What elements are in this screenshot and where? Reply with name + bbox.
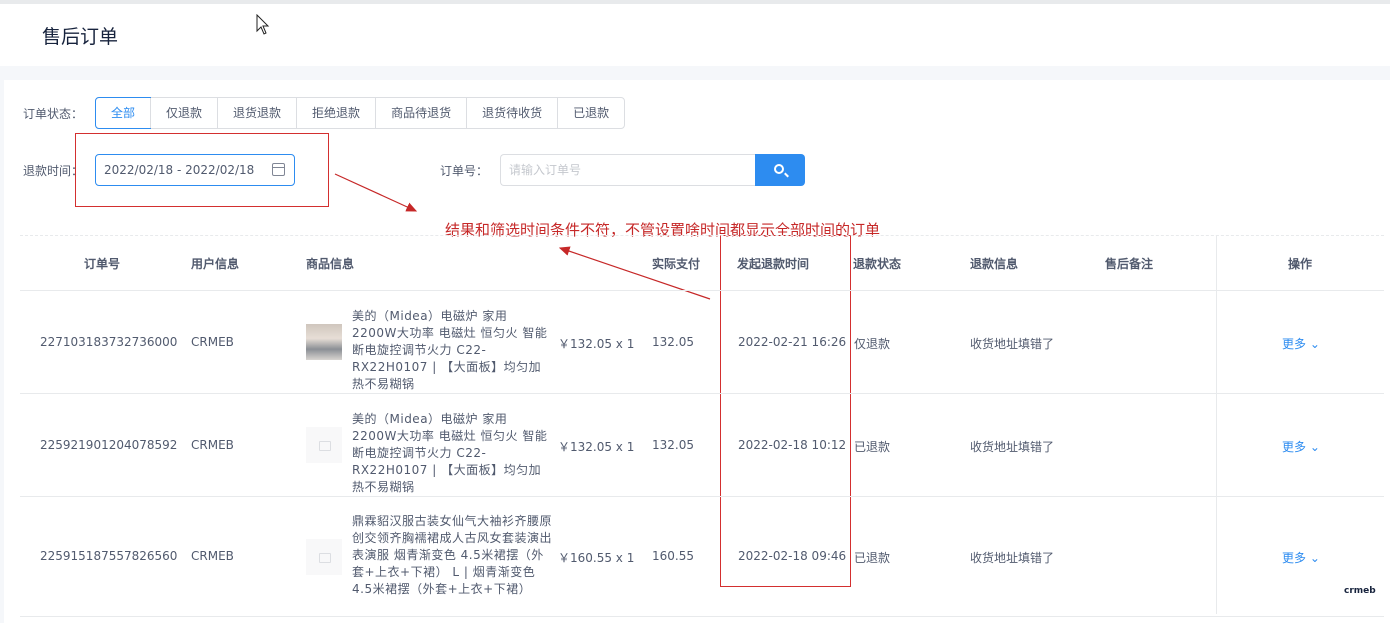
table-header: 订单号 用户信息 商品信息 实际支付 发起退款时间 退款状态 退款信息 售后备注… bbox=[20, 236, 1384, 291]
user-info: CRMEB bbox=[191, 549, 234, 563]
annotation-box-date bbox=[75, 133, 329, 207]
status-tab-all[interactable]: 全部 bbox=[95, 97, 152, 129]
product-thumbnail bbox=[306, 324, 342, 360]
table-row: 225915187557826560 CRMEB 鼎霖貂汉服古装女仙气大袖衫齐腰… bbox=[20, 497, 1384, 617]
col-status: 退款状态 bbox=[853, 257, 902, 271]
refund-time: 2022-02-18 09:46 bbox=[738, 549, 847, 563]
crmeb-logo: crmeb bbox=[1344, 586, 1376, 596]
refund-info: 收货地址填错了 bbox=[970, 440, 1055, 454]
order-no: 227103183732736000 bbox=[40, 335, 178, 349]
status-tab-refunded[interactable]: 已退款 bbox=[557, 98, 624, 128]
order-no-label: 订单号： bbox=[440, 164, 489, 178]
refund-status: 已退款 bbox=[854, 551, 891, 565]
refund-time: 2022-02-18 10:12 bbox=[738, 438, 847, 452]
refund-status: 仅退款 bbox=[854, 337, 891, 351]
status-filter-label: 订单状态： bbox=[23, 107, 84, 121]
refund-time: 2022-02-21 16:26 bbox=[738, 335, 847, 349]
status-tab-rejected[interactable]: 拒绝退款 bbox=[296, 98, 375, 128]
col-goods: 商品信息 bbox=[306, 257, 355, 271]
user-info: CRMEB bbox=[191, 438, 234, 452]
table-row: 225921901204078592 CRMEB 美的（Midea）电磁炉 家用… bbox=[20, 394, 1384, 497]
table-row: 227103183732736000 CRMEB 美的（Midea）电磁炉 家用… bbox=[20, 291, 1384, 394]
mouse-cursor-icon bbox=[256, 14, 270, 35]
search-icon bbox=[774, 164, 784, 174]
status-tab-awaiting-return[interactable]: 商品待退货 bbox=[375, 98, 466, 128]
status-tab-group: 全部 仅退款 退货退款 拒绝退款 商品待退货 退货待收货 已退款 bbox=[95, 97, 626, 129]
status-tab-refund-only[interactable]: 仅退款 bbox=[150, 98, 217, 128]
product-name: 美的（Midea）电磁炉 家用2200W大功率 电磁灶 恒匀火 智能断电旋控调节… bbox=[352, 412, 548, 494]
search-button[interactable] bbox=[755, 154, 805, 186]
order-no: 225921901204078592 bbox=[40, 438, 178, 452]
col-user: 用户信息 bbox=[191, 257, 240, 271]
image-placeholder-icon bbox=[306, 539, 342, 575]
status-tab-awaiting-receipt[interactable]: 退货待收货 bbox=[466, 98, 557, 128]
order-no: 225915187557826560 bbox=[40, 549, 178, 563]
col-paid: 实际支付 bbox=[652, 257, 701, 271]
order-search-input[interactable]: 请输入订单号 bbox=[500, 154, 756, 186]
fixed-action-column bbox=[1216, 236, 1384, 614]
price-qty: ￥132.05 x 1 bbox=[558, 337, 635, 351]
col-refund-info: 退款信息 bbox=[970, 257, 1019, 271]
refund-status: 已退款 bbox=[854, 440, 891, 454]
refund-time-label: 退款时间： bbox=[23, 164, 84, 178]
refund-info: 收货地址填错了 bbox=[970, 337, 1055, 351]
image-placeholder-icon bbox=[306, 427, 342, 463]
price-qty: ￥132.05 x 1 bbox=[558, 440, 635, 454]
col-remark: 售后备注 bbox=[1105, 257, 1154, 271]
col-order-no: 订单号 bbox=[84, 257, 121, 271]
refund-info: 收货地址填错了 bbox=[970, 551, 1055, 565]
paid-amount: 132.05 bbox=[652, 335, 694, 349]
col-refund-time: 发起退款时间 bbox=[737, 257, 810, 271]
page-title: 售后订单 bbox=[42, 26, 119, 48]
page-header: 售后订单 bbox=[0, 4, 1390, 66]
price-qty: ￥160.55 x 1 bbox=[558, 551, 635, 565]
user-info: CRMEB bbox=[191, 335, 234, 349]
product-name: 鼎霖貂汉服古装女仙气大袖衫齐腰原创交领齐胸襦裙成人古风女套装演出表演服 烟青渐变… bbox=[352, 514, 553, 596]
paid-amount: 160.55 bbox=[652, 549, 694, 563]
paid-amount: 132.05 bbox=[652, 438, 694, 452]
product-name: 美的（Midea）电磁炉 家用2200W大功率 电磁灶 恒匀火 智能断电旋控调节… bbox=[352, 309, 548, 391]
status-tab-return-refund[interactable]: 退货退款 bbox=[217, 98, 296, 128]
